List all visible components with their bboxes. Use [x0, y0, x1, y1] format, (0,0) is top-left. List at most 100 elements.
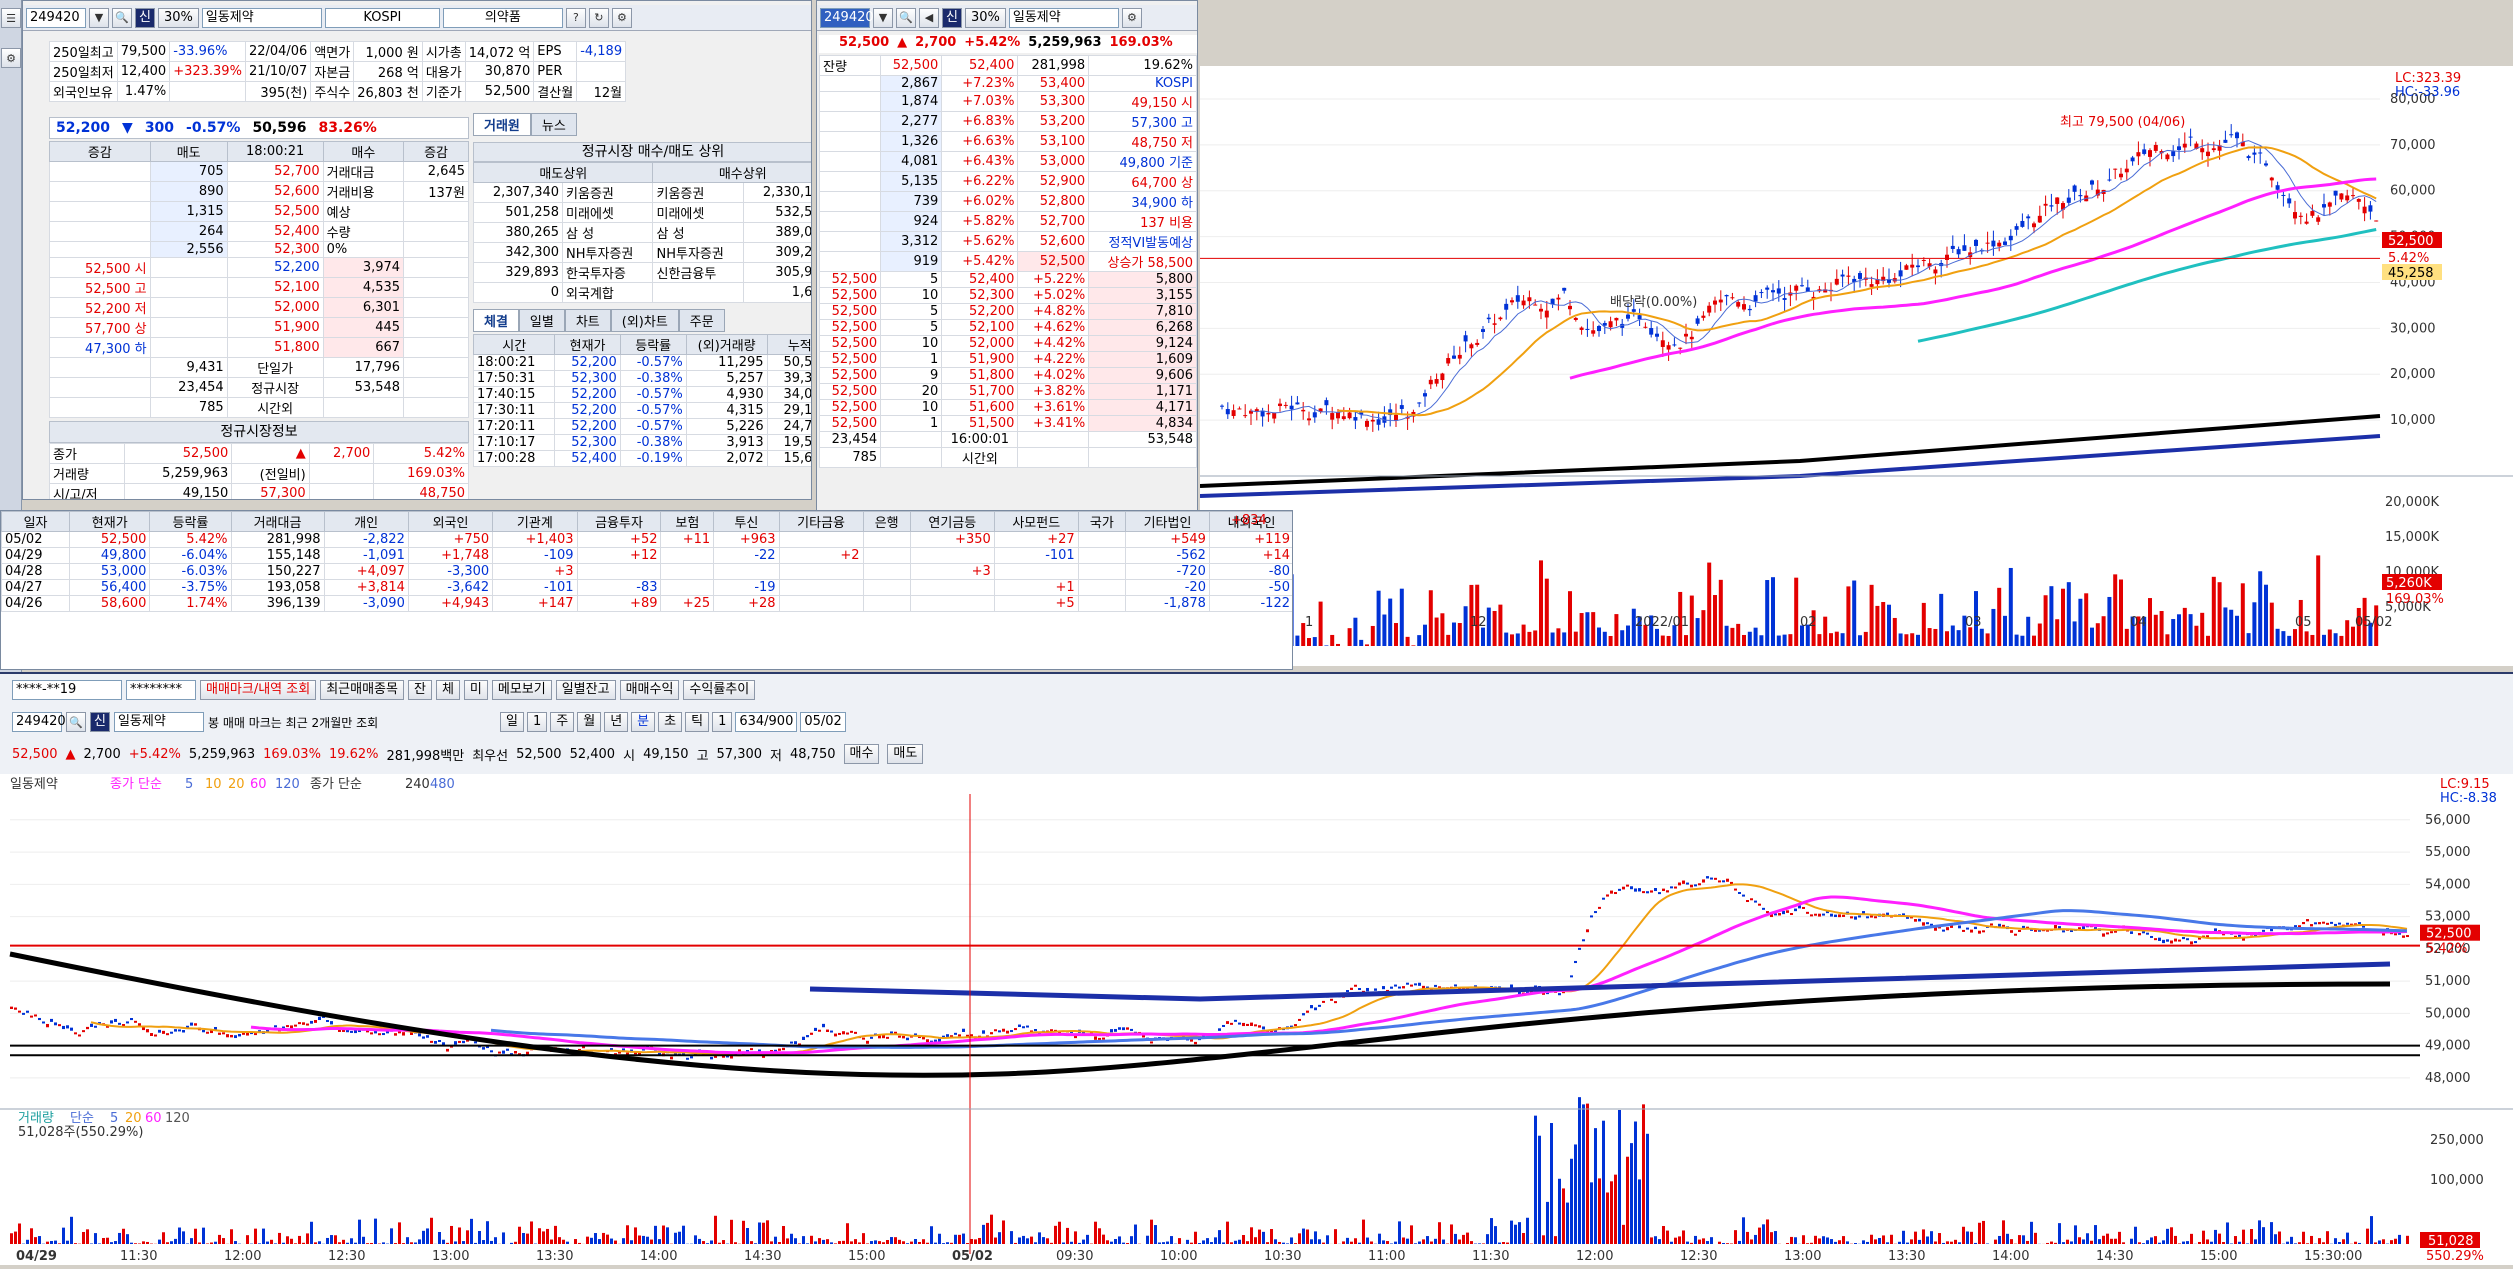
- ob-bid-row[interactable]: 52,500151,900+4.22%1,609: [820, 352, 1197, 368]
- period-button[interactable]: 년: [604, 712, 628, 732]
- period-button[interactable]: 월: [577, 712, 601, 732]
- tick-tab-0[interactable]: 체결: [473, 309, 519, 332]
- ob-bid-row[interactable]: 52,5002051,700+3.82%1,171: [820, 384, 1197, 400]
- volume-bar: [2358, 1243, 2361, 1244]
- password-input[interactable]: ********: [126, 680, 196, 700]
- tick-tab-3[interactable]: (외)차트: [611, 309, 679, 332]
- candle-body: [998, 1030, 1001, 1032]
- ob-bid-row[interactable]: 52,500951,800+4.02%9,606: [820, 368, 1197, 384]
- chart-search-icon[interactable]: 🔍: [66, 712, 86, 732]
- ob-bid-row[interactable]: 52,5001052,000+4.42%9,124: [820, 336, 1197, 352]
- date-field[interactable]: 05/02: [800, 712, 845, 732]
- ob-ask-row[interactable]: 3,312+5.62%52,600정적VI발동예상: [820, 232, 1197, 252]
- info-cell: 30,870: [465, 62, 534, 82]
- bid-row[interactable]: 52,500 고52,1004,535: [50, 278, 469, 298]
- toolbar-button[interactable]: 수익률추이: [683, 680, 755, 700]
- search-icon[interactable]: 🔍: [112, 8, 132, 28]
- info-cell: EPS: [534, 42, 577, 62]
- candle-body: [958, 1034, 961, 1036]
- ob-gear-icon[interactable]: ⚙: [1122, 8, 1142, 28]
- chart-code-input[interactable]: 249420: [12, 712, 62, 732]
- ob-ask-row[interactable]: 5,135+6.22%52,90064,700 상: [820, 172, 1197, 192]
- refresh-icon[interactable]: ↻: [589, 8, 609, 28]
- ob-ask-row[interactable]: 2,277+6.83%53,20057,300 고: [820, 112, 1197, 132]
- stock-code-input[interactable]: 249420: [26, 8, 86, 28]
- settings-icon[interactable]: ⚙: [1, 48, 21, 68]
- investor-row[interactable]: 04/2949,800-6.04%155,148-1,091+1,748-109…: [2, 548, 1294, 564]
- ob-bid-row[interactable]: 52,500552,200+4.82%7,810: [820, 304, 1197, 320]
- ask-row[interactable]: 26452,400수량: [50, 222, 469, 242]
- toolbar-button[interactable]: 미: [464, 680, 488, 700]
- ob-ask-row[interactable]: 1,874+7.03%53,30049,150 시: [820, 92, 1197, 112]
- tick-tab-1[interactable]: 일별: [519, 309, 565, 332]
- period-button[interactable]: 1: [712, 712, 732, 732]
- ask-row[interactable]: 70552,700거래대금2,645: [50, 162, 469, 182]
- gear-icon[interactable]: ⚙: [612, 8, 632, 28]
- toolbar-button[interactable]: 메모보기: [492, 680, 552, 700]
- bid-row[interactable]: 57,700 상51,900445: [50, 318, 469, 338]
- ob-ask-row[interactable]: 924+5.82%52,700137 비용: [820, 212, 1197, 232]
- period-button[interactable]: 분: [631, 712, 655, 732]
- ob-bid-row[interactable]: 52,5001051,600+3.61%4,171: [820, 400, 1197, 416]
- ob-ask-row[interactable]: 2,867+7.23%53,400KOSPI: [820, 76, 1197, 92]
- ob-bid-pct: +4.22%: [1018, 352, 1089, 368]
- ob-dropdown-icon[interactable]: ▼: [873, 8, 893, 28]
- dropdown-icon[interactable]: ▼: [89, 8, 109, 28]
- candle-body: [794, 1041, 797, 1044]
- toolbar-button[interactable]: 일별잔고: [556, 680, 616, 700]
- period-button[interactable]: 일: [500, 712, 524, 732]
- bid-row[interactable]: 52,200 저52,0006,301: [50, 298, 469, 318]
- volume-bar: [1502, 1242, 1505, 1244]
- investor-row[interactable]: 05/0252,5005.42%281,998-2,822+750+1,403+…: [2, 532, 1294, 548]
- volume-bar: [654, 1226, 657, 1244]
- candle-body: [1678, 348, 1682, 349]
- ob-bid-row[interactable]: 52,5001052,300+5.02%3,155: [820, 288, 1197, 304]
- ob-bid-row[interactable]: 52,500151,500+3.41%4,834: [820, 416, 1197, 432]
- menu-icon[interactable]: ☰: [1, 8, 21, 28]
- ob-search-icon[interactable]: 🔍: [896, 8, 916, 28]
- tick-tab-4[interactable]: 주문: [679, 309, 725, 332]
- toolbar-button[interactable]: 최근매매종목: [320, 680, 404, 700]
- period-button[interactable]: 주: [550, 712, 574, 732]
- ask-row[interactable]: 89052,600거래비용137원: [50, 182, 469, 202]
- period-button[interactable]: 1: [527, 712, 547, 732]
- account-input[interactable]: ****-**19: [12, 680, 122, 700]
- volume-bar: [1991, 609, 1995, 646]
- candle-body: [1018, 1025, 1021, 1027]
- ob-ask-row[interactable]: 919+5.42%52,500상승가 58,500: [820, 252, 1197, 272]
- bid-row[interactable]: 47,300 하51,800667: [50, 338, 469, 358]
- toolbar-button[interactable]: 잔: [408, 680, 432, 700]
- regular-info: 정규시장정보 종가52,500▲2,7005.42%거래량5,259,963(전…: [49, 421, 469, 500]
- quote-item[interactable]: 매도: [887, 744, 923, 764]
- count-field[interactable]: 634/900: [735, 712, 797, 732]
- quote-item[interactable]: 매수: [844, 744, 880, 764]
- investor-row[interactable]: 04/2853,000-6.03%150,227+4,097-3,300+3+3…: [2, 564, 1294, 580]
- tab-1[interactable]: 뉴스: [531, 113, 577, 136]
- candle-body: [2264, 163, 2268, 165]
- period-button[interactable]: 틱: [685, 712, 709, 732]
- investor-row[interactable]: 04/2658,6001.74%396,139-3,090+4,943+147+…: [2, 596, 1294, 612]
- ask-row[interactable]: 2,55652,3000%: [50, 242, 469, 258]
- ob-ask-row[interactable]: 4,081+6.43%53,00049,800 기준: [820, 152, 1197, 172]
- ob-bid-row[interactable]: 52,500552,100+4.62%6,268: [820, 320, 1197, 336]
- investor-row[interactable]: 04/2756,400-3.75%193,058+3,814-3,642-101…: [2, 580, 1294, 596]
- bid-row[interactable]: 52,500 시52,2003,974: [50, 258, 469, 278]
- toolbar-button[interactable]: 매매마크/내역 조회: [200, 680, 316, 700]
- volume-bar: [1482, 1243, 1485, 1244]
- ob-ask-row[interactable]: 1,326+6.63%53,10048,750 저: [820, 132, 1197, 152]
- total-label: 정규시장: [227, 378, 323, 398]
- ob-speaker-icon[interactable]: ◀: [919, 8, 939, 28]
- tab-0[interactable]: 거래원: [473, 113, 531, 136]
- ob-bid-row[interactable]: 52,500552,400+5.22%5,800: [820, 272, 1197, 288]
- period-button[interactable]: 초: [658, 712, 682, 732]
- toolbar-button[interactable]: 매매수익: [620, 680, 680, 700]
- volume-bar: [1910, 1239, 1913, 1244]
- ob-ask-row[interactable]: 739+6.02%52,80034,900 하: [820, 192, 1197, 212]
- ask-row[interactable]: 1,31552,500예상: [50, 202, 469, 222]
- candle-body: [2044, 204, 2048, 206]
- help-icon[interactable]: ?: [566, 8, 586, 28]
- candle-body: [1654, 888, 1657, 891]
- toolbar-button[interactable]: 체: [436, 680, 460, 700]
- ob-code-input[interactable]: 249420: [820, 8, 870, 28]
- tick-tab-2[interactable]: 차트: [565, 309, 611, 332]
